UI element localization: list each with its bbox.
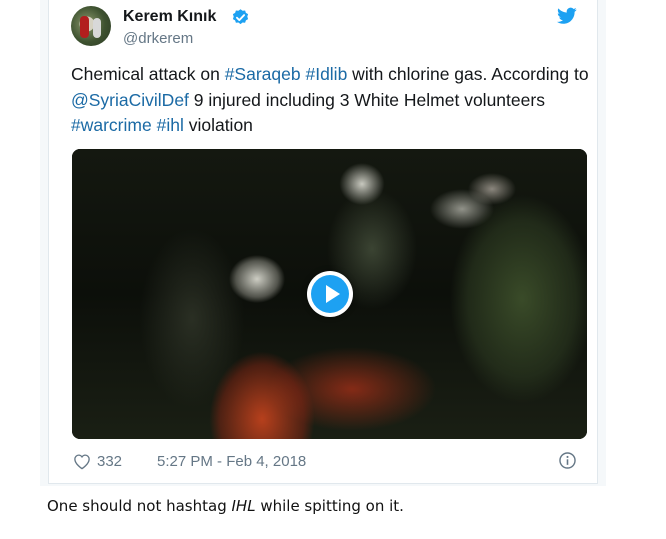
video-player[interactable] [72,149,587,439]
twitter-bird-icon[interactable] [557,7,577,25]
play-button[interactable] [307,271,353,317]
hashtag-link[interactable]: #ihl [157,115,184,135]
avatar-figure-red [80,16,89,38]
embed-frame: Kerem Kınık @drkerem Chemical attack on … [40,0,606,486]
tweet-card[interactable]: Kerem Kınık @drkerem Chemical attack on … [48,0,598,484]
tweet-text: Chemical attack on #Saraqeb #Idlib with … [71,62,591,139]
hashtag-link[interactable]: #Saraqeb [225,64,301,84]
hashtag-link[interactable]: #Idlib [305,64,347,84]
tweet-timestamp[interactable]: 5:27 PM - Feb 4, 2018 [157,453,306,470]
verified-badge-icon [232,9,249,25]
avatar[interactable] [71,6,111,46]
tweet-text-segment: Chemical attack on [71,64,225,84]
play-icon [311,275,349,313]
caption-after: while spitting on it. [255,497,404,515]
tweet-text-segment: violation [183,115,253,135]
caption-emphasis: IHL [231,497,256,515]
hashtag-link[interactable]: #warcrime [71,115,152,135]
user-handle[interactable]: @drkerem [123,30,193,47]
like-count[interactable]: 332 [97,453,122,470]
tweet-text-segment: 9 injured including 3 White Helmet volun… [188,89,545,110]
caption-text: One should not hashtag IHL while spittin… [47,497,404,515]
avatar-figure-white [93,18,101,38]
info-icon[interactable] [558,451,577,470]
heart-icon[interactable] [73,453,91,470]
display-name[interactable]: Kerem Kınık [123,8,216,26]
mention-link[interactable]: @SyriaCivilDef [71,90,189,110]
tweet-text-segment: with chlorine gas. According to [347,64,589,84]
caption-before: One should not hashtag [47,497,232,515]
